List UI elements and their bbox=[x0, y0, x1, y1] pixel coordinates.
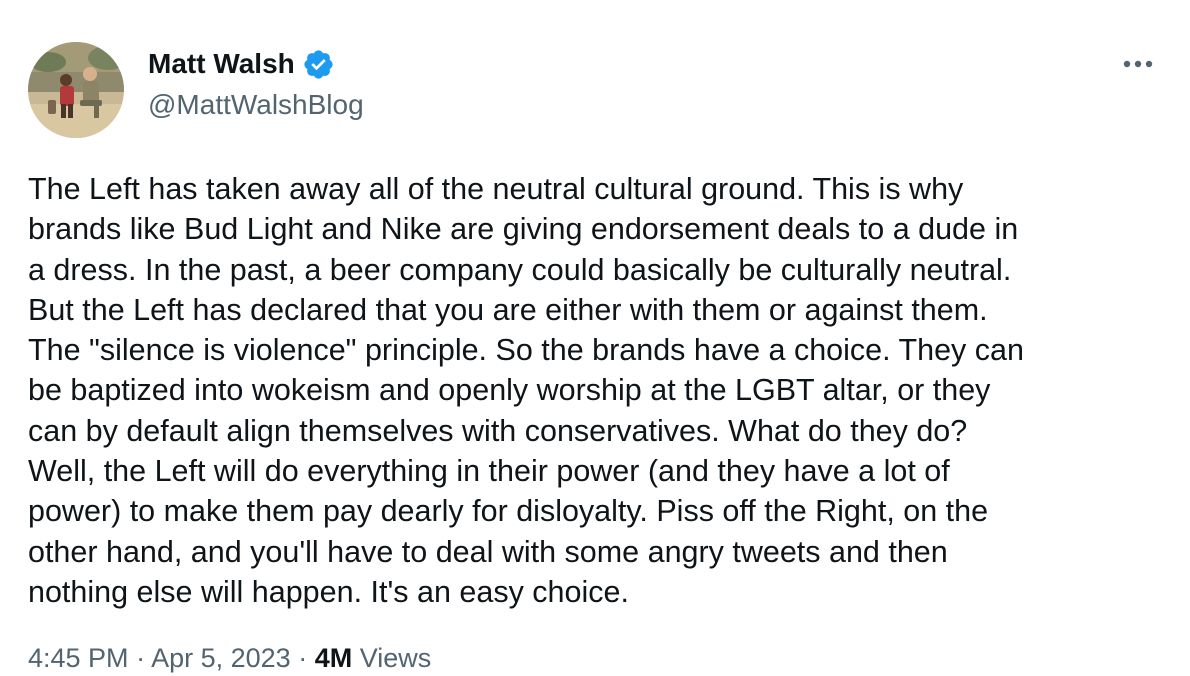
tweet-text-line: other hand, and you'll have to deal with… bbox=[28, 534, 948, 569]
more-options-button[interactable] bbox=[1118, 46, 1158, 82]
tweet-text-line: power) to make them pay dearly for dislo… bbox=[28, 494, 989, 529]
views-label: Views bbox=[359, 643, 432, 673]
tweet-text-line: But the Left has declared that you are e… bbox=[28, 292, 988, 327]
tweet-text-line: brands like Bud Light and Nike are givin… bbox=[28, 212, 1019, 247]
author-handle[interactable]: @MattWalshBlog bbox=[148, 87, 364, 123]
meta-separator: · bbox=[136, 643, 146, 673]
tweet-time: 4:45 PM bbox=[28, 643, 129, 673]
more-horizontal-icon bbox=[1123, 60, 1153, 68]
tweet-text-line: Well, the Left will do everything in the… bbox=[28, 454, 950, 489]
tweet-text-line: can by default align themselves with con… bbox=[28, 413, 968, 448]
tweet-text-line: be baptized into wokeism and openly wors… bbox=[28, 373, 991, 408]
tweet-meta: 4:45 PM · Apr 5, 2023 · 4M Views bbox=[28, 640, 431, 676]
author-name-row: Matt Walsh bbox=[148, 46, 335, 82]
tweet-text-line: The "silence is violence" principle. So … bbox=[28, 333, 1024, 368]
verified-badge-icon[interactable] bbox=[302, 48, 335, 81]
views-count: 4M bbox=[314, 643, 353, 673]
avatar[interactable] bbox=[28, 42, 124, 138]
tweet-date: Apr 5, 2023 bbox=[151, 643, 291, 673]
timestamp-link[interactable]: 4:45 PM · Apr 5, 2023 bbox=[28, 643, 291, 673]
tweet-text-line: a dress. In the past, a beer company cou… bbox=[28, 252, 1012, 287]
author-display-name[interactable]: Matt Walsh bbox=[148, 46, 295, 82]
tweet-text-line: The Left has taken away all of the neutr… bbox=[28, 172, 964, 206]
avatar-image bbox=[28, 42, 124, 138]
tweet-text: The Left has taken away all of the neutr… bbox=[28, 169, 1168, 612]
meta-separator: · bbox=[298, 643, 308, 673]
tweet-text-line: nothing else will happen. It's an easy c… bbox=[28, 574, 629, 609]
